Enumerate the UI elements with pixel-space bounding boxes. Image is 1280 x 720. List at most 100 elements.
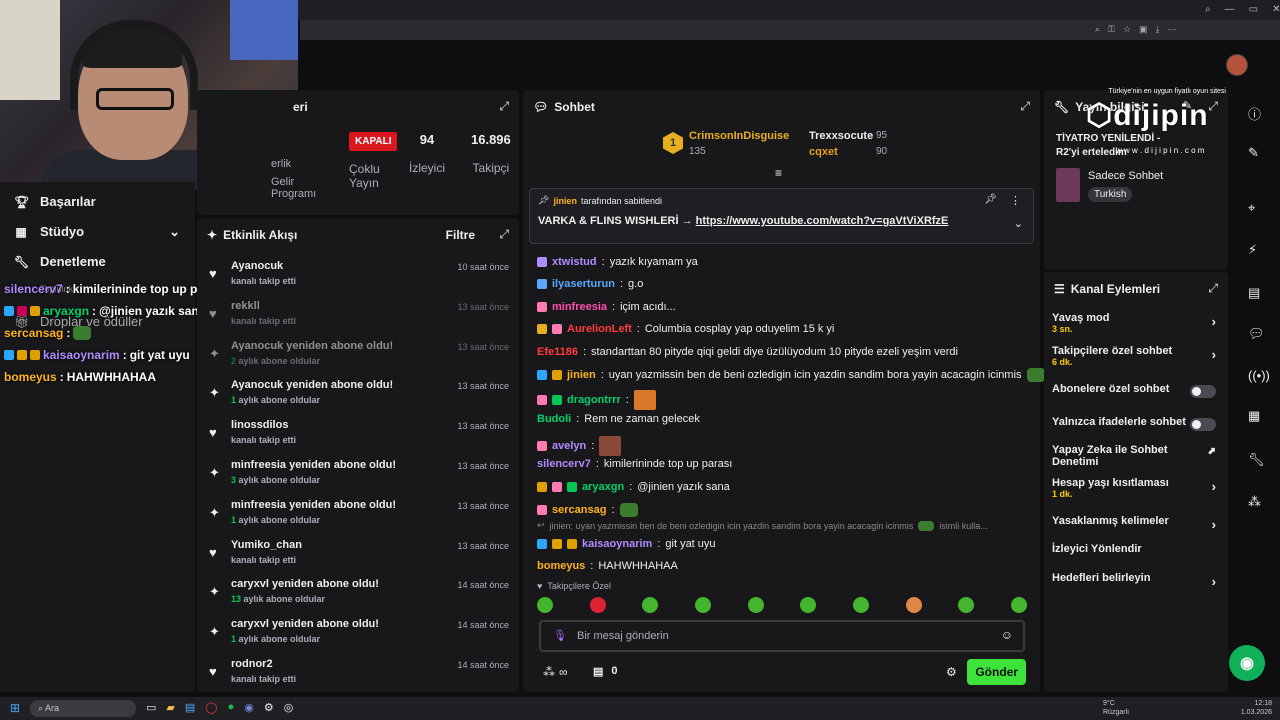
minimize-icon[interactable]: — (1225, 4, 1235, 15)
extension-icon[interactable]: ▣ (1139, 24, 1148, 35)
chat-username[interactable]: kaisaoynarim (582, 538, 652, 550)
reply-preview[interactable]: ↩ jinien: uyan yazmissin ben de beni ozle… (537, 520, 988, 531)
channel-action-item[interactable]: Hesap yaşı kısıtlaması 1 dk. › (1052, 477, 1220, 499)
taskbar-apps[interactable]: ▭ ▰ ▤ ◯ ● ◉ ⚙ ◎ (146, 701, 293, 714)
pinned-link[interactable]: https://www.youtube.com/watch?v=gaVtViXR… (696, 215, 949, 227)
star-icon[interactable]: ☆ (1123, 24, 1131, 35)
microphone-icon[interactable]: 🎙︎ (553, 629, 567, 642)
notes-icon[interactable]: ▤ (1248, 285, 1260, 301)
spotify-icon[interactable]: ● (228, 701, 235, 714)
chat-username[interactable]: xtwistud (552, 256, 597, 268)
chat-username[interactable]: jinien (567, 369, 596, 381)
window-controls[interactable]: ⌕ — ▭ ✕ (1205, 4, 1280, 15)
emote-icon[interactable] (537, 597, 553, 613)
weather-widget[interactable]: 9°C Rüzgarlı (1103, 699, 1129, 717)
maximize-icon[interactable]: ▭ (1249, 4, 1258, 15)
nav-studio[interactable]: ▦ Stüdyo ⌄ (14, 224, 180, 240)
chevron-down-icon[interactable]: ⌄ (169, 224, 180, 240)
unpin-icon[interactable]: 📌︎ (984, 194, 997, 205)
popout-icon[interactable]: ⤢ (499, 227, 509, 242)
windows-start-icon[interactable]: ⊞ (10, 701, 20, 715)
channel-action-item[interactable]: Hedefleri belirleyin › (1052, 572, 1220, 589)
popout-icon[interactable]: ⤢ (499, 99, 509, 114)
chat-message[interactable]: ilyaserturun: g.o (537, 278, 643, 290)
taskbar-search[interactable]: ⌕ Ara (30, 700, 136, 717)
channel-action-item[interactable]: İzleyici Yönlendir (1052, 543, 1220, 555)
emote-icon[interactable] (958, 597, 975, 613)
emote-icon[interactable] (747, 597, 764, 613)
steam-icon[interactable]: ⚙ (264, 701, 274, 714)
chat-username[interactable]: ilyaserturun (552, 278, 615, 290)
chat-username[interactable]: Budoli (537, 413, 571, 425)
pinned-message[interactable]: 📌︎ jinien tarafından sabitlendi VARKA & FL… (529, 188, 1034, 244)
emote-icon[interactable] (589, 597, 606, 613)
bits-counter[interactable]: ▤ 0 (593, 665, 618, 678)
emote-icon[interactable] (1010, 597, 1027, 613)
store-icon[interactable]: ▤ (185, 701, 195, 714)
chat-icon[interactable]: 💬︎ (1248, 326, 1265, 342)
activity-item[interactable]: ♥ Ayanocuk kanalı takip etti 10 saat önc… (207, 258, 509, 298)
language-tag[interactable]: Turkish (1088, 187, 1133, 202)
chat-username[interactable]: bomeyus (537, 560, 585, 572)
chat-message[interactable]: silencerv7: kimilerininde top up parası (537, 458, 732, 470)
leaderboard[interactable]: 1 CrimsonInDisguise 135 Trexxsocute 95 c… (663, 128, 903, 162)
channel-action-item[interactable]: Yasaklanmış kelimeler › (1052, 515, 1220, 532)
discord-icon[interactable]: ◉ (244, 701, 254, 714)
chat-username[interactable]: minfreesia (552, 301, 607, 313)
taskbar-clock[interactable]: 12:18 1.03.2026 (1241, 699, 1272, 717)
broadcast-icon[interactable]: ((•)) (1248, 368, 1270, 383)
chat-message[interactable]: dragontrrr: (537, 390, 656, 410)
activity-item[interactable]: ♥ rodnor2 kanalı takip etti 14 saat önce (207, 656, 509, 696)
channel-action-item[interactable]: Abonelere özel sohbet (1052, 383, 1220, 398)
chat-username[interactable]: sercansag (552, 504, 606, 516)
channel-points[interactable]: ⁂ ∞ (543, 665, 568, 679)
send-button[interactable]: Gönder (967, 659, 1026, 685)
chevron-down-icon[interactable]: ⌄ (1014, 217, 1023, 230)
channel-action-item[interactable]: Takipçilere özel sohbet 6 dk. › (1052, 345, 1220, 367)
emote-icon[interactable] (694, 597, 711, 613)
emote-icon[interactable] (642, 597, 659, 613)
dots-icon[interactable]: ⁂ (1248, 494, 1261, 510)
activity-item[interactable]: ✦ minfreesia yeniden abone oldu! 3 aylık… (207, 457, 509, 497)
emote-icon[interactable] (800, 597, 817, 613)
emoji-icon[interactable]: ☺ (1001, 628, 1013, 642)
activity-item[interactable]: ♥ rekkll kanalı takip etti 13 saat önce (207, 298, 509, 338)
close-icon[interactable]: ✕ (1272, 4, 1280, 15)
task-view-icon[interactable]: ▭ (146, 701, 156, 714)
chat-message[interactable]: bomeyus: HAHWHHAHAA (537, 560, 678, 572)
activity-item[interactable]: ✦ Ayanocuk yeniden abone oldu! 1 aylık a… (207, 377, 509, 417)
download-icon[interactable]: ⤓ (1156, 24, 1160, 35)
chat-username[interactable]: avelyn (552, 440, 586, 452)
emote-icon[interactable] (905, 597, 922, 613)
pencil-icon[interactable]: ✎ (1248, 145, 1259, 161)
chat-message[interactable]: sercansag: (537, 503, 638, 517)
popout-icon[interactable]: ⤢ (1020, 99, 1030, 114)
message-input[interactable]: 🎙︎ Bir mesaj gönderin ☺ (539, 620, 1025, 652)
activity-item[interactable]: ♥ Yumiko_chan kanalı takip etti 13 saat … (207, 537, 509, 577)
info-icon[interactable]: ⓘ (1248, 104, 1261, 123)
layout-icon[interactable]: ▦ (1248, 408, 1260, 424)
help-button[interactable]: ◉ (1229, 645, 1265, 681)
chat-message[interactable]: aryaxgn: @jinien yazık sana (537, 481, 730, 493)
filter-button[interactable]: Filtre (446, 228, 475, 242)
avatar[interactable] (1226, 54, 1248, 76)
focus-icon[interactable]: ⌖ (1248, 200, 1255, 216)
folder-icon[interactable]: ▰ (166, 701, 174, 714)
channel-action-item[interactable]: Yalnızca ifadelerle sohbet (1052, 416, 1220, 431)
collapse-icon[interactable]: ≡ (775, 166, 782, 180)
chat-username[interactable]: AurelionLeft (567, 323, 632, 335)
chat-username[interactable]: Efe1186 (537, 346, 578, 358)
chat-message[interactable]: jinien: uyan yazmissin ben de beni ozledi… (537, 368, 1045, 382)
opera-icon[interactable]: ◯ (205, 701, 217, 714)
chat-message[interactable]: Budoli: Rem ne zaman gelecek (537, 413, 700, 425)
popout-icon[interactable]: ⤢ (1208, 281, 1218, 296)
nav-moderation[interactable]: 🔧︎ Denetleme (14, 254, 106, 269)
key-icon[interactable]: ⚿ (1108, 24, 1115, 35)
search-icon[interactable]: ⌕ (1205, 4, 1211, 15)
activity-item[interactable]: ♥ linossdilos kanalı takip etti 13 saat … (207, 417, 509, 457)
activity-item[interactable]: ✦ Ayanocuk yeniden abone oldu! 2 aylık a… (207, 338, 509, 378)
activity-item[interactable]: ✦ caryxvl yeniden abone oldu! 13 aylık a… (207, 576, 509, 616)
chat-username[interactable]: silencerv7 (537, 458, 591, 470)
toggle-switch[interactable] (1190, 418, 1216, 431)
channel-action-item[interactable]: Yapay Zeka ile Sohbet Denetimi ⬈ (1052, 444, 1220, 468)
